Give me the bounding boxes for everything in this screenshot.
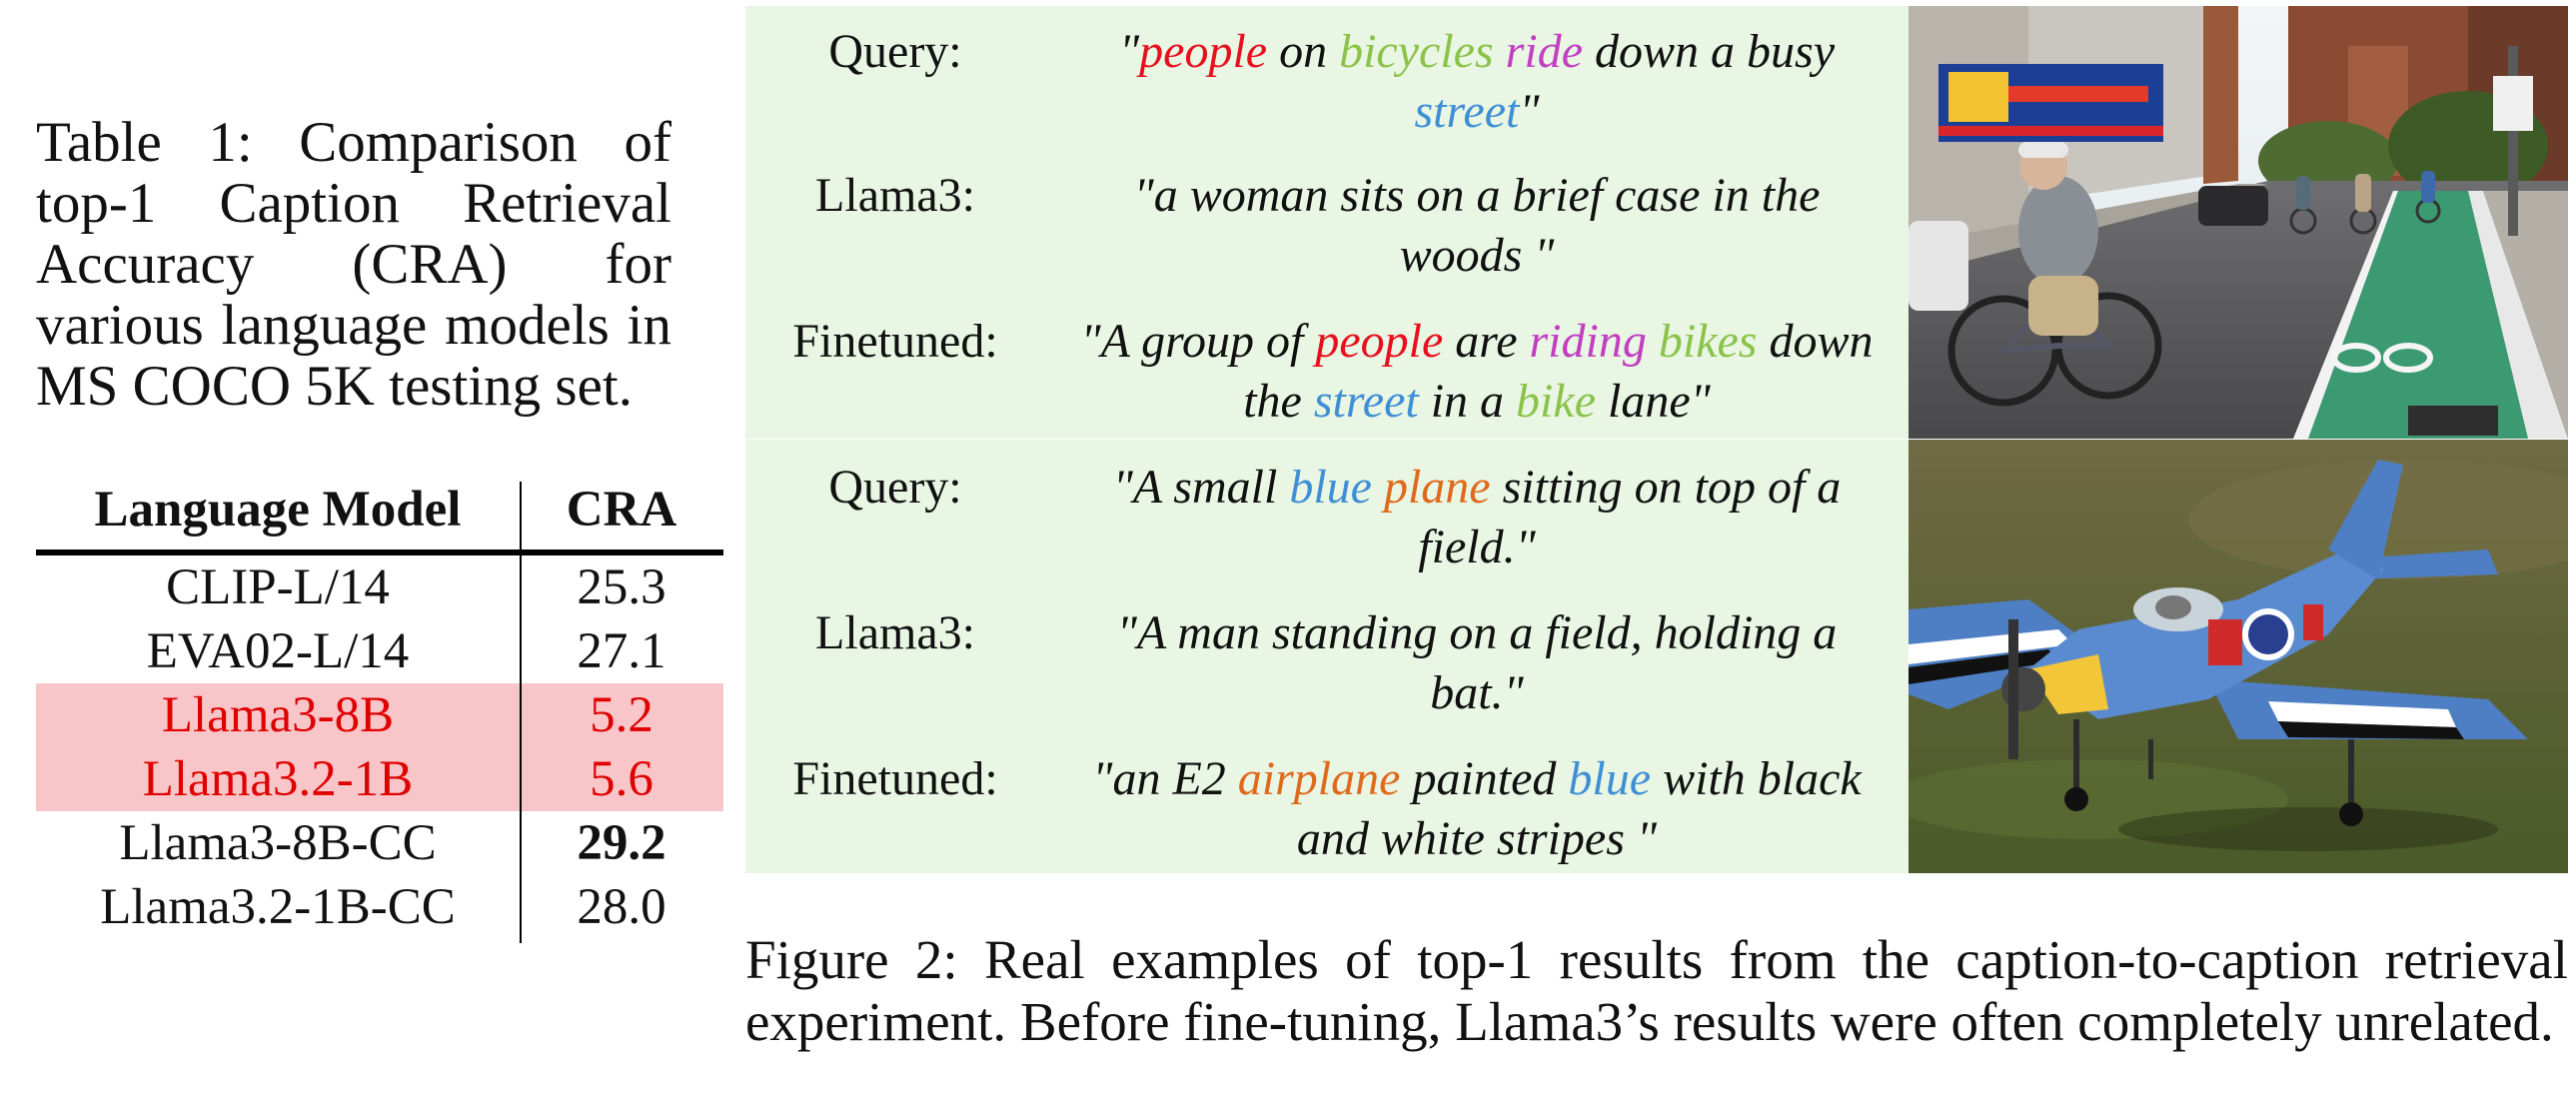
model-cell: EVA02-L/14 — [146, 623, 410, 679]
model-cell: Llama3.2-1B-CC — [100, 879, 456, 935]
llama-caption: "A man standing on a field, holding a ba… — [1045, 603, 1909, 723]
table-row-highlighted: Llama3.2-1B 5.6 — [36, 747, 723, 811]
cra-cell: 28.0 — [577, 879, 666, 935]
query-label: Query: — [828, 461, 962, 514]
street-cyclists-photo — [1909, 6, 2568, 439]
ft-text: the — [1243, 375, 1314, 428]
query-text — [1494, 25, 1506, 78]
cra-cell: 27.1 — [577, 623, 666, 679]
results-table-wrapper: Language Model CRA CLIP-L/14 25.3 EVA02-… — [36, 470, 723, 959]
llama-text: woods " — [1399, 229, 1555, 282]
query-word-street: street — [1414, 85, 1520, 138]
model-airplane-photo — [1909, 440, 2568, 873]
ft-text: lane" — [1596, 375, 1711, 428]
finetuned-caption: "an E2 airplane painted blue with black … — [1045, 749, 1909, 869]
cra-cell: 25.3 — [577, 559, 666, 615]
llama-text: bat." — [1430, 666, 1524, 719]
table-row: Llama3.2-1B-CC 28.0 — [36, 875, 723, 939]
query-text: on — [1267, 25, 1340, 78]
ft-word-riding: riding — [1529, 315, 1647, 368]
table-row-highlighted: Llama3-8B 5.2 — [36, 683, 723, 747]
table-header-row: Language Model CRA — [36, 470, 723, 552]
query-text: down a busy — [1583, 25, 1835, 78]
ft-word-street: street — [1313, 375, 1419, 428]
model-cell: Llama3-8B — [36, 683, 520, 747]
llama-text: "a woman sits on a brief case in the — [1133, 169, 1821, 222]
llama-caption: "a woman sits on a brief case in the woo… — [1045, 166, 1909, 286]
table-row: EVA02-L/14 27.1 — [36, 619, 723, 683]
ft-text: "an E2 — [1092, 752, 1238, 805]
ft-word-bike: bike — [1516, 375, 1596, 428]
query-text: field." — [1418, 521, 1536, 573]
example-panel-2: Query: "A small blue plane sitting on to… — [745, 440, 1909, 873]
query-label: Query: — [828, 25, 962, 78]
query-caption: "people on bicycles ride down a busy str… — [1045, 22, 1909, 142]
table-row: Llama3-8B-CC 29.2 — [36, 811, 723, 875]
query-text: sitting on top of a — [1490, 461, 1842, 514]
ft-text: "A group of — [1080, 315, 1316, 368]
results-table: Language Model CRA CLIP-L/14 25.3 EVA02-… — [36, 470, 723, 939]
ft-word-airplane: airplane — [1237, 752, 1401, 805]
model-cell: CLIP-L/14 — [166, 559, 390, 615]
llama-label: Llama3: — [815, 606, 975, 659]
table-caption: Table 1: Comparison of top-1 Caption Ret… — [36, 111, 671, 418]
finetuned-label: Finetuned: — [792, 752, 998, 805]
query-word-plane: plane — [1383, 461, 1491, 514]
ft-text: with black — [1651, 752, 1862, 805]
model-cell: Llama3.2-1B — [36, 747, 520, 811]
ft-text: and white stripes " — [1296, 812, 1658, 865]
ft-text: are — [1443, 315, 1530, 368]
ft-word-blue: blue — [1568, 752, 1652, 805]
ft-text: in a — [1418, 375, 1517, 428]
table-row: CLIP-L/14 25.3 — [36, 552, 723, 619]
query-text: " — [1118, 25, 1140, 78]
llama-text: "A man standing on a field, holding a — [1116, 606, 1838, 659]
ft-word-people: people — [1315, 315, 1444, 368]
column-divider — [520, 482, 522, 943]
header-cra: CRA — [566, 482, 677, 538]
cra-cell-best: 29.2 — [577, 815, 666, 871]
query-text: "A small — [1112, 461, 1290, 514]
finetuned-caption: "A group of people are riding bikes down… — [1045, 312, 1909, 432]
example-panel-1: Query: "people on bicycles ride down a b… — [745, 6, 1909, 439]
query-word-people: people — [1139, 25, 1268, 78]
query-text: " — [1519, 85, 1540, 138]
query-caption: "A small blue plane sitting on top of a … — [1045, 458, 1909, 577]
query-text — [1372, 461, 1384, 514]
ft-text: down — [1757, 315, 1874, 368]
model-cell: Llama3-8B-CC — [119, 815, 437, 871]
finetuned-label: Finetuned: — [792, 315, 998, 368]
header-language-model: Language Model — [94, 482, 462, 538]
figure-caption: Figure 2: Real examples of top-1 results… — [745, 929, 2568, 1052]
llama-label: Llama3: — [815, 169, 975, 222]
cra-cell: 5.6 — [520, 747, 723, 811]
query-word-ride: ride — [1505, 25, 1583, 78]
ft-text — [1647, 315, 1659, 368]
ft-word-bikes: bikes — [1658, 315, 1758, 368]
ft-text: painted — [1400, 752, 1569, 805]
cra-cell: 5.2 — [520, 683, 723, 747]
query-word-bicycles: bicycles — [1339, 25, 1494, 78]
query-word-blue: blue — [1289, 461, 1372, 514]
